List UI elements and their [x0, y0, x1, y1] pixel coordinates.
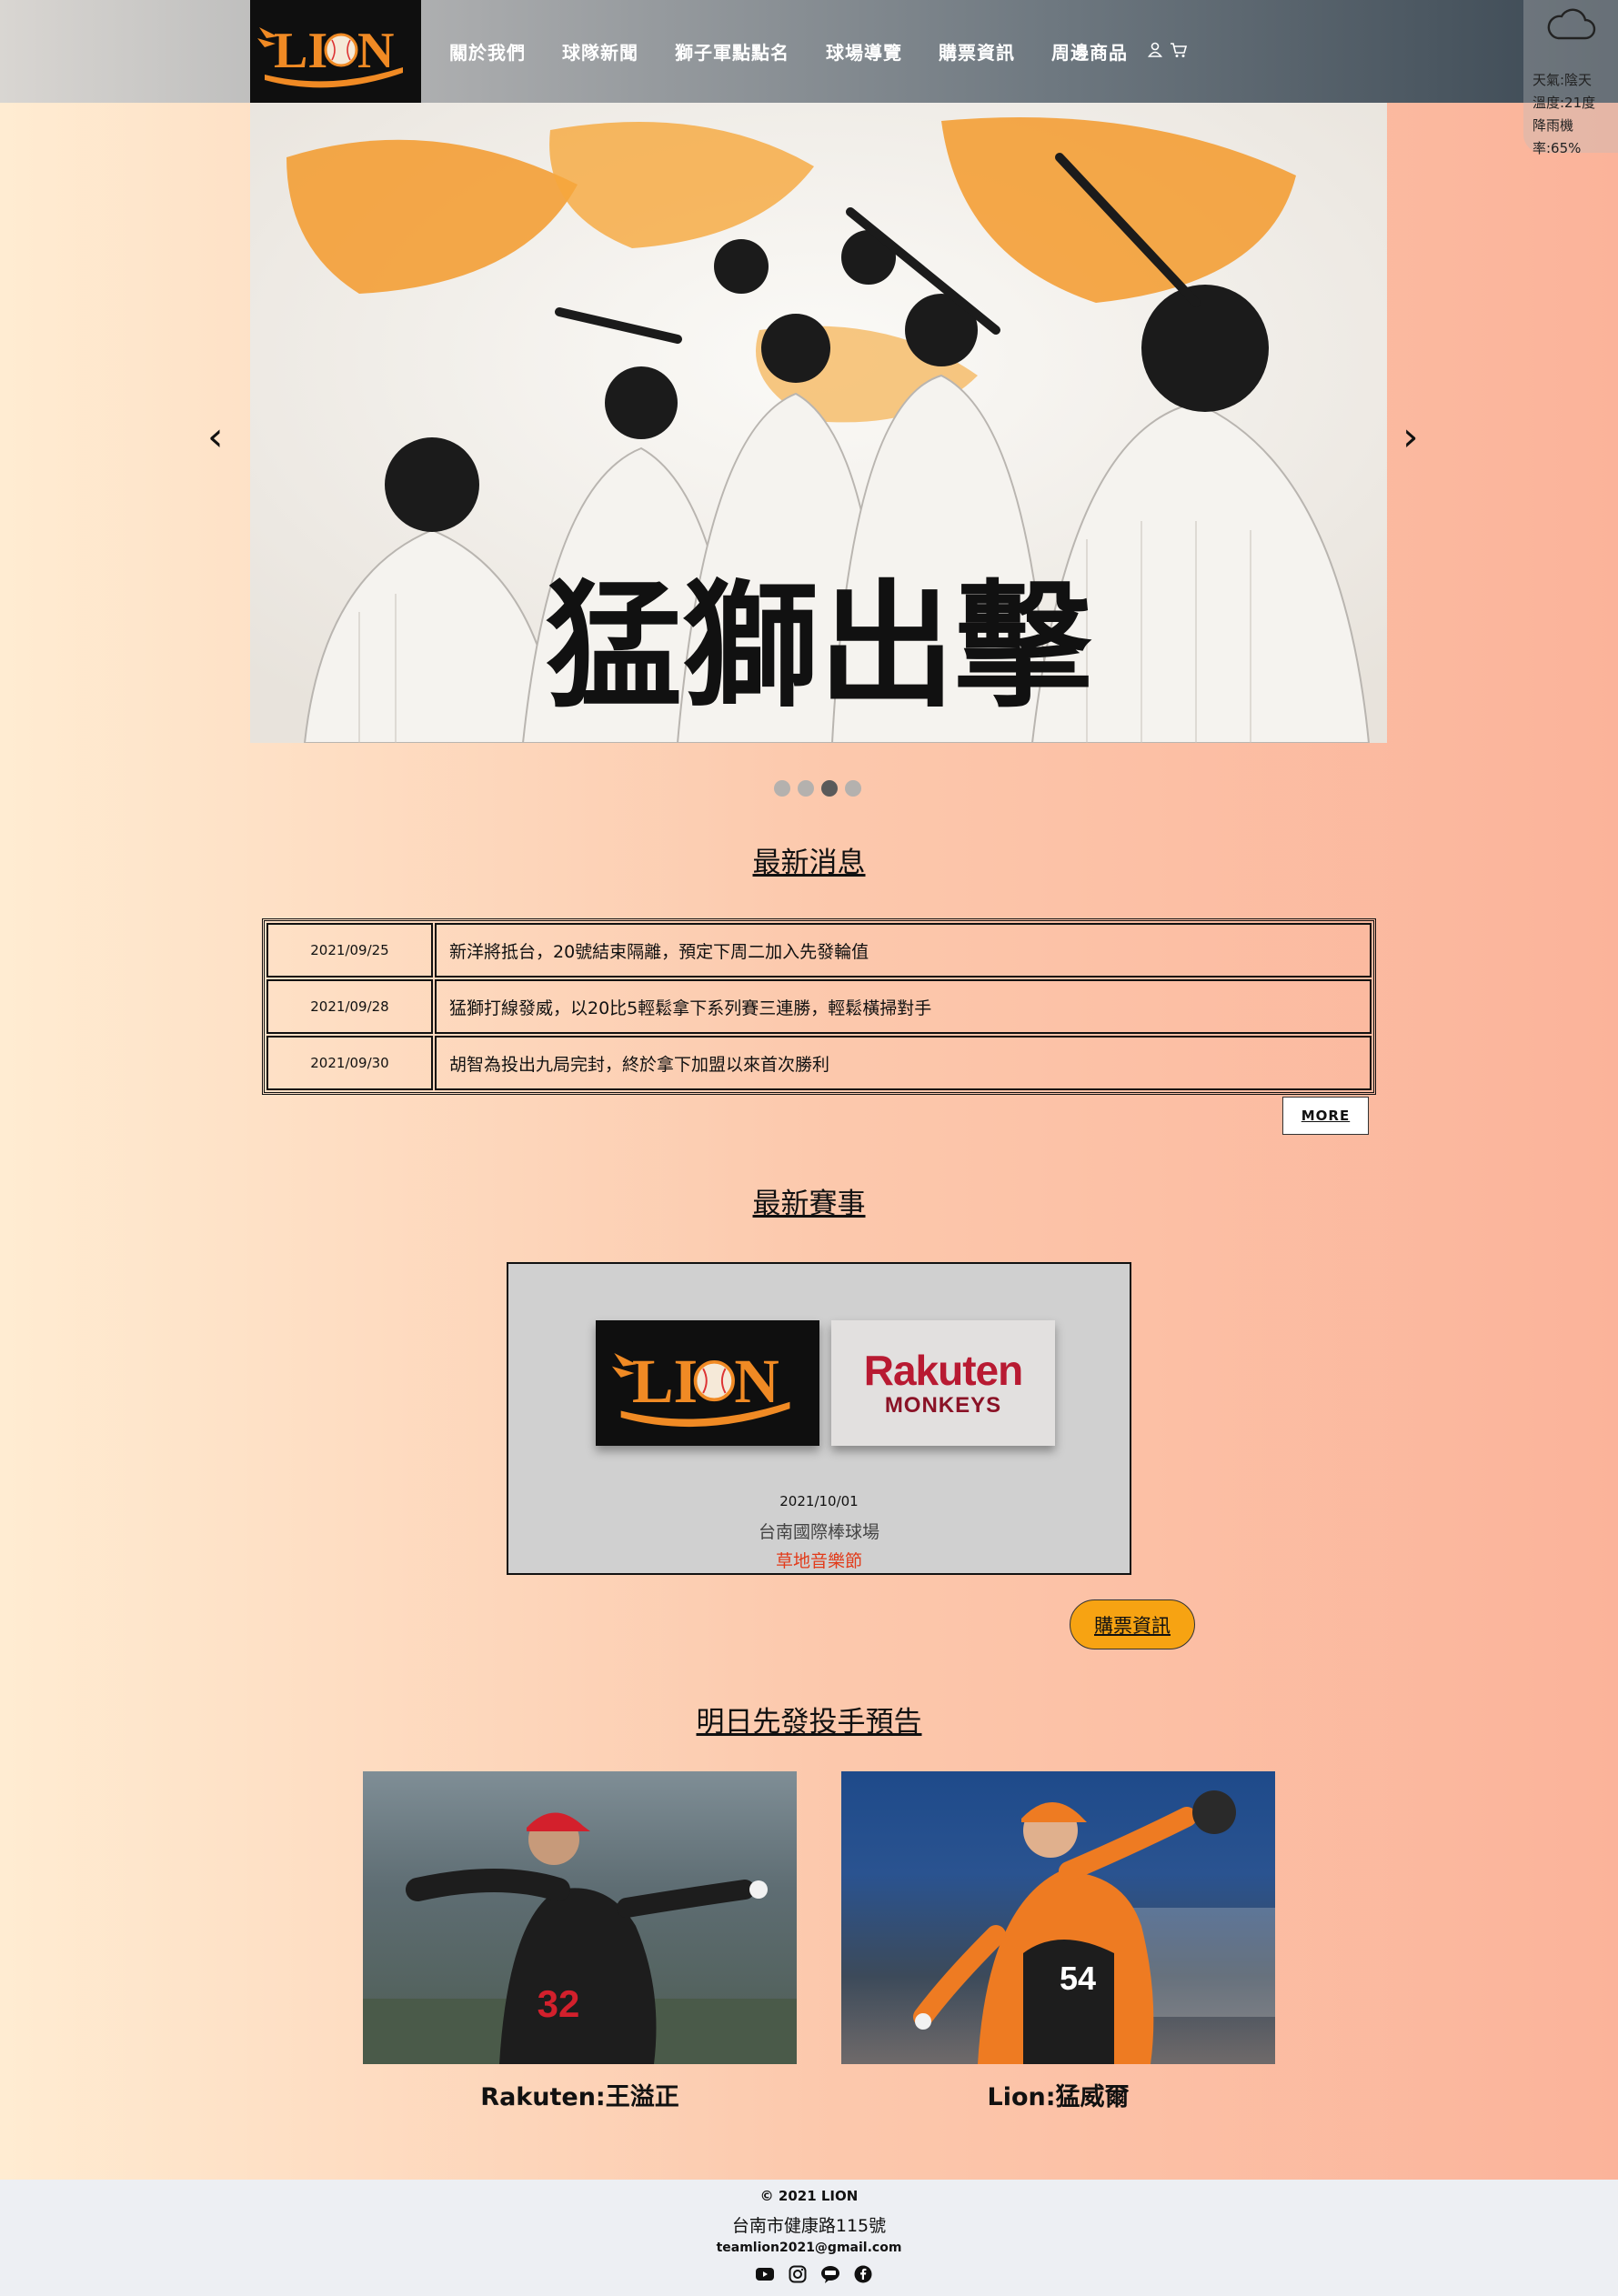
carousel-next-arrow[interactable]: ›	[1402, 414, 1419, 460]
main-nav: 關於我們 球隊新聞 獅子軍點點名 球場導覽 購票資訊 周邊商品	[449, 0, 1188, 103]
youtube-icon[interactable]	[755, 2264, 775, 2284]
carousel-dot-2[interactable]	[798, 780, 814, 797]
nav-merch[interactable]: 周邊商品	[1051, 38, 1128, 65]
match-section-title: 最新賽事	[752, 1188, 866, 1220]
svg-text:N: N	[357, 23, 394, 79]
pitcher-name-rakuten: Rakuten:王溢正	[480, 2083, 679, 2111]
nav-roster[interactable]: 獅子軍點點名	[675, 38, 789, 65]
nav-tickets[interactable]: 購票資訊	[939, 38, 1015, 65]
news-more-button[interactable]: MORE	[1282, 1097, 1369, 1135]
nav-news[interactable]: 球隊新聞	[562, 38, 638, 65]
weather-condition: 天氣:陰天	[1533, 72, 1593, 88]
news-table: 2021/09/25 新洋將抵台，20號結束隔離，預定下周二加入先發輪值 202…	[262, 918, 1376, 1095]
pitcher-photo-rakuten[interactable]: 32	[363, 1771, 797, 2064]
news-date: 2021/09/30	[266, 1036, 433, 1090]
carousel-dot-3[interactable]	[821, 780, 838, 797]
svg-text:猛獅出擊: 猛獅出擊	[546, 566, 1092, 727]
hero-banner-image: 猛獅出擊	[250, 103, 1387, 743]
carousel-indicators	[774, 780, 861, 797]
match-event: 草地音樂節	[775, 1551, 862, 1571]
carousel-prev-arrow[interactable]: ‹	[207, 414, 224, 460]
news-row[interactable]: 2021/09/25 新洋將抵台，20號結束隔離，預定下周二加入先發輪值	[266, 923, 1372, 978]
news-headline[interactable]: 胡智為投出九局完封，終於拿下加盟以來首次勝利	[435, 1036, 1372, 1090]
pitcher-name-lion: Lion:猛威爾	[987, 2083, 1130, 2111]
facebook-icon[interactable]	[853, 2264, 873, 2284]
carousel-dot-1[interactable]	[774, 780, 790, 797]
lion-team-logo-graphic: LI N	[611, 1347, 790, 1428]
svg-text:N: N	[734, 1347, 779, 1416]
line-icon[interactable]	[820, 2264, 840, 2284]
match-venue: 台南國際棒球場	[758, 1522, 879, 1542]
nav-icons	[1147, 42, 1188, 62]
pitcher-photo-lion[interactable]: 54	[841, 1771, 1275, 2064]
weather-temperature: 溫度:21度	[1533, 95, 1596, 111]
away-team-logo-sub: MONKEYS	[884, 1393, 1002, 1418]
away-team-logo-main: Rakuten	[863, 1347, 1023, 1394]
cart-icon[interactable]	[1170, 42, 1188, 62]
svg-text:32: 32	[538, 1982, 580, 2025]
lion-logo-graphic: LI N	[257, 23, 403, 87]
nav-stadium[interactable]: 球場導覽	[826, 38, 902, 65]
carousel-dot-4[interactable]	[845, 780, 861, 797]
pitcher-illustration: 32	[363, 1812, 797, 2064]
match-card: LI N Rakuten MONKEYS 2021/10/01 台南國際棒球場 …	[507, 1262, 1131, 1575]
footer-social-links	[755, 2264, 873, 2284]
site-footer: © 2021 LION 台南市健康路115號 teamlion2021@gmai…	[0, 2180, 1618, 2296]
news-date: 2021/09/25	[266, 923, 433, 978]
news-headline[interactable]: 新洋將抵台，20號結束隔離，預定下周二加入先發輪值	[435, 923, 1372, 978]
hero-carousel[interactable]: 猛獅出擊	[250, 103, 1387, 743]
lion-logo[interactable]: LI N	[250, 0, 421, 103]
pitchers-section-title: 明日先發投手預告	[696, 1706, 922, 1739]
news-headline[interactable]: 猛獅打線發威，以20比5輕鬆拿下系列賽三連勝，輕鬆橫掃對手	[435, 979, 1372, 1034]
news-row[interactable]: 2021/09/28 猛獅打線發威，以20比5輕鬆拿下系列賽三連勝，輕鬆橫掃對手	[266, 979, 1372, 1034]
footer-copyright: © 2021 LION	[759, 2188, 859, 2204]
away-team-logo: Rakuten MONKEYS	[831, 1320, 1055, 1446]
svg-text:LI: LI	[274, 23, 327, 79]
ticket-info-button[interactable]: 購票資訊	[1070, 1599, 1195, 1649]
site-header: LI N 關於我們 球隊新聞 獅子軍點點名 球場導覽 購票資訊 周邊商品	[0, 0, 1618, 103]
svg-text:54: 54	[1060, 1960, 1096, 1997]
cloud-icon	[1545, 7, 1618, 51]
news-row[interactable]: 2021/09/30 胡智為投出九局完封，終於拿下加盟以來首次勝利	[266, 1036, 1372, 1090]
instagram-icon[interactable]	[788, 2264, 808, 2284]
weather-rain-chance: 降雨機率:65%	[1533, 117, 1582, 156]
nav-about[interactable]: 關於我們	[449, 38, 526, 65]
match-date: 2021/10/01	[779, 1493, 859, 1509]
footer-email[interactable]: teamlion2021@gmail.com	[0, 2241, 1618, 2255]
pitcher-illustration: 54	[913, 1790, 1275, 2064]
footer-address: 台南市健康路115號	[731, 2216, 887, 2236]
svg-text:LI: LI	[632, 1347, 698, 1416]
home-team-logo: LI N	[596, 1320, 819, 1446]
weather-widget: 天氣:陰天 溫度:21度 降雨機率:65%	[1523, 0, 1618, 156]
user-icon[interactable]	[1147, 42, 1163, 62]
news-section-title: 最新消息	[752, 847, 866, 879]
news-date: 2021/09/28	[266, 979, 433, 1034]
